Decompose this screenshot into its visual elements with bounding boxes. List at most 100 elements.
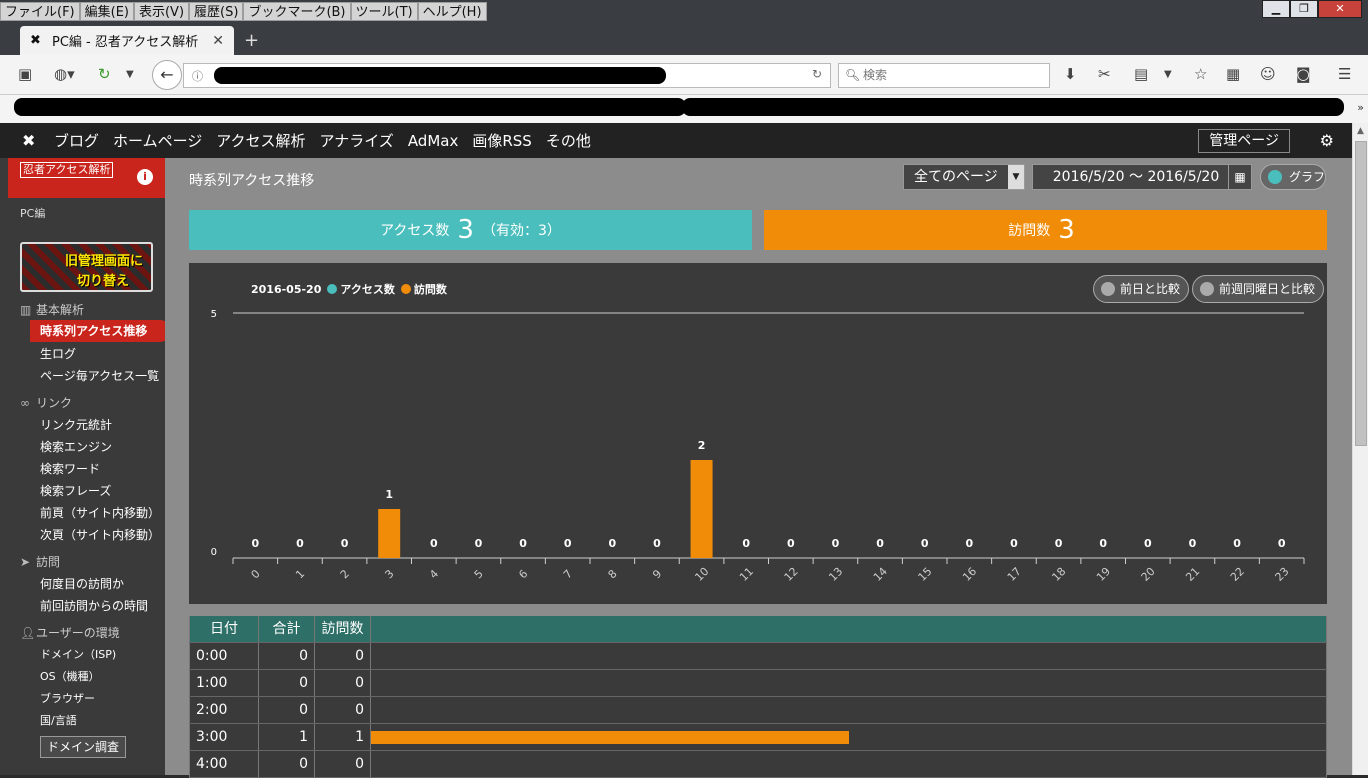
dropdown-icon[interactable]: ▼ xyxy=(126,69,134,80)
date-range-input[interactable]: 2016/5/20 〜 2016/5/20 xyxy=(1032,164,1240,190)
paper-plane-icon: ➤ xyxy=(20,555,31,569)
x-tick-label: 0 xyxy=(249,567,263,581)
sidebar-item-domain[interactable]: ドメイン（ISP) xyxy=(40,646,116,662)
chat-icon[interactable]: ☺ xyxy=(1260,65,1276,83)
nav-image-rss[interactable]: 画像RSS xyxy=(472,130,531,151)
nav-homepage[interactable]: ホームページ xyxy=(113,130,202,151)
dropdown-icon[interactable]: ▼ xyxy=(1164,69,1172,80)
x-tick-label: 2 xyxy=(338,567,352,581)
sidebar-item-country[interactable]: 国/言語 xyxy=(40,712,77,728)
cell-total: 0 xyxy=(259,670,315,696)
data-label: 0 xyxy=(1144,537,1152,550)
toggle-dot xyxy=(1268,170,1282,184)
data-label: 1 xyxy=(385,488,393,501)
x-tick-label: 13 xyxy=(826,565,845,584)
new-tab-icon[interactable]: + xyxy=(244,30,259,51)
page-select-value: 全てのページ xyxy=(914,169,998,185)
menu-bookmarks[interactable]: ブックマーク(B) xyxy=(243,1,351,21)
data-label: 0 xyxy=(519,537,527,550)
col-visits: 訪問数 xyxy=(315,616,371,642)
menu-file[interactable]: ファイル(F) xyxy=(0,1,80,21)
cell-visits: 0 xyxy=(315,751,371,777)
nav-admax[interactable]: AdMax xyxy=(408,132,459,150)
data-label: 0 xyxy=(475,537,483,550)
browser-tab[interactable]: ✖ PC編 - 忍者アクセス解析 ✕ xyxy=(20,26,234,55)
table-row: 1:00 0 0 xyxy=(189,670,1327,697)
cell-bar xyxy=(371,697,1327,723)
switch-old-admin-banner[interactable]: 旧管理画面に 切り替え xyxy=(20,242,153,292)
sidebar-item-next-page[interactable]: 次頁（サイト内移動） xyxy=(40,526,160,543)
sidebar-item-os[interactable]: OS（機種） xyxy=(40,668,100,684)
page-select[interactable]: 全てのページ ▼ xyxy=(903,164,1025,190)
domain-lookup-button[interactable]: ドメイン調査 xyxy=(40,736,127,758)
tab-close-icon[interactable]: ✕ xyxy=(212,33,224,49)
ninja-analytics-logo[interactable]: 忍者アクセス解析 i xyxy=(8,158,165,198)
sidebar-item-referrer[interactable]: リンク元統計 xyxy=(40,416,112,433)
pocket-icon[interactable]: ◙ xyxy=(1296,65,1311,83)
y-tick-label: 5 xyxy=(211,309,217,320)
menu-edit[interactable]: 編集(E) xyxy=(79,1,134,21)
hamburger-menu-icon[interactable]: ☰ xyxy=(1338,65,1351,83)
menu-tools[interactable]: ツール(T) xyxy=(350,1,418,21)
menu-history[interactable]: 履歴(S) xyxy=(189,1,244,21)
cell-total: 1 xyxy=(259,724,315,750)
search-input[interactable]: 🔍︎ 検索 xyxy=(838,63,1050,88)
table-body: 0:00 0 0 1:00 0 0 2:00 0 0 3:00 1 1 4:00 0 0 xyxy=(189,643,1327,778)
cookie-icon[interactable]: ◍▾ xyxy=(54,65,75,83)
minimize-icon[interactable]: ▁ xyxy=(1262,0,1290,18)
table-row: 2:00 0 0 xyxy=(189,697,1327,724)
refresh-icon[interactable]: ↻ xyxy=(812,67,822,81)
star-icon[interactable]: ☆ xyxy=(1194,65,1207,83)
x-tick-label: 1 xyxy=(293,567,307,581)
back-icon[interactable]: ← xyxy=(152,60,182,90)
sidebar-item-search-phrase[interactable]: 検索フレーズ xyxy=(40,482,111,499)
info-icon[interactable]: i xyxy=(137,169,153,185)
sidebar-item-time-since-last[interactable]: 前回訪問からの時間 xyxy=(40,597,148,614)
x-tick-label: 8 xyxy=(606,567,620,581)
clipboard-icon[interactable]: ▤ xyxy=(1134,65,1148,83)
nav-other[interactable]: その他 xyxy=(546,130,591,151)
reading-list-icon[interactable]: ▦ xyxy=(1226,65,1240,83)
home-icon[interactable]: ▣ xyxy=(18,65,32,83)
gear-icon[interactable]: ⚙ xyxy=(1320,131,1334,150)
url-bar[interactable]: ⓘ ↻ xyxy=(183,63,831,88)
menu-help[interactable]: ヘルプ(H) xyxy=(417,1,487,21)
info-icon[interactable]: ⓘ xyxy=(192,68,203,84)
overflow-icon[interactable]: » xyxy=(1357,101,1364,114)
ninja-logo-icon[interactable]: ✖ xyxy=(22,131,54,150)
admin-page-button[interactable]: 管理ページ xyxy=(1198,129,1290,153)
sidebar-item-search-engine[interactable]: 検索エンジン xyxy=(40,438,112,455)
sidebar-item-raw-log[interactable]: 生ログ xyxy=(40,345,76,362)
x-tick-label: 7 xyxy=(561,567,575,581)
page-title: 時系列アクセス推移 xyxy=(189,173,315,189)
sidebar-item-browser[interactable]: ブラウザー xyxy=(40,690,95,706)
nav-access-analysis[interactable]: アクセス解析 xyxy=(216,130,305,151)
table-row: 3:00 1 1 xyxy=(189,724,1327,751)
close-icon[interactable]: ✕ xyxy=(1318,0,1362,18)
data-label: 0 xyxy=(1055,537,1063,550)
scroll-thumb[interactable] xyxy=(1355,141,1367,446)
sidebar-item-prev-page[interactable]: 前頁（サイト内移動） xyxy=(40,504,160,521)
access-count-card: アクセス数 3 （有効：3） xyxy=(189,210,752,250)
menu-view[interactable]: 表示(V) xyxy=(133,1,190,21)
nav-analyze[interactable]: アナライズ xyxy=(320,130,394,151)
cell-bar xyxy=(371,643,1327,669)
reload-addon-icon[interactable]: ↻ xyxy=(98,65,111,83)
data-label: 0 xyxy=(653,537,661,550)
cell-total: 0 xyxy=(259,697,315,723)
graph-toggle[interactable]: グラフ xyxy=(1260,164,1326,190)
scroll-up-icon[interactable]: ▲ xyxy=(1353,123,1368,139)
sidebar-item-timeseries[interactable]: 時系列アクセス推移 xyxy=(30,320,171,342)
table-row: 0:00 0 0 xyxy=(189,643,1327,670)
calendar-icon[interactable]: ▦ xyxy=(1228,164,1252,190)
link-icon: ∞ xyxy=(20,396,30,410)
sidebar-item-search-word[interactable]: 検索ワード xyxy=(40,460,100,477)
addon-icon[interactable]: ✂ xyxy=(1098,65,1111,83)
page-scrollbar[interactable]: ▲ xyxy=(1352,123,1368,775)
download-icon[interactable]: ⬇ xyxy=(1064,65,1077,83)
maximize-icon[interactable]: ❐ xyxy=(1290,0,1318,18)
sidebar-item-visit-count[interactable]: 何度目の訪問か xyxy=(40,575,124,592)
chevron-down-icon[interactable]: ▼ xyxy=(1008,165,1024,189)
sidebar-item-page-access[interactable]: ページ毎アクセス一覧 xyxy=(40,367,159,384)
nav-blog[interactable]: ブログ xyxy=(54,130,99,151)
